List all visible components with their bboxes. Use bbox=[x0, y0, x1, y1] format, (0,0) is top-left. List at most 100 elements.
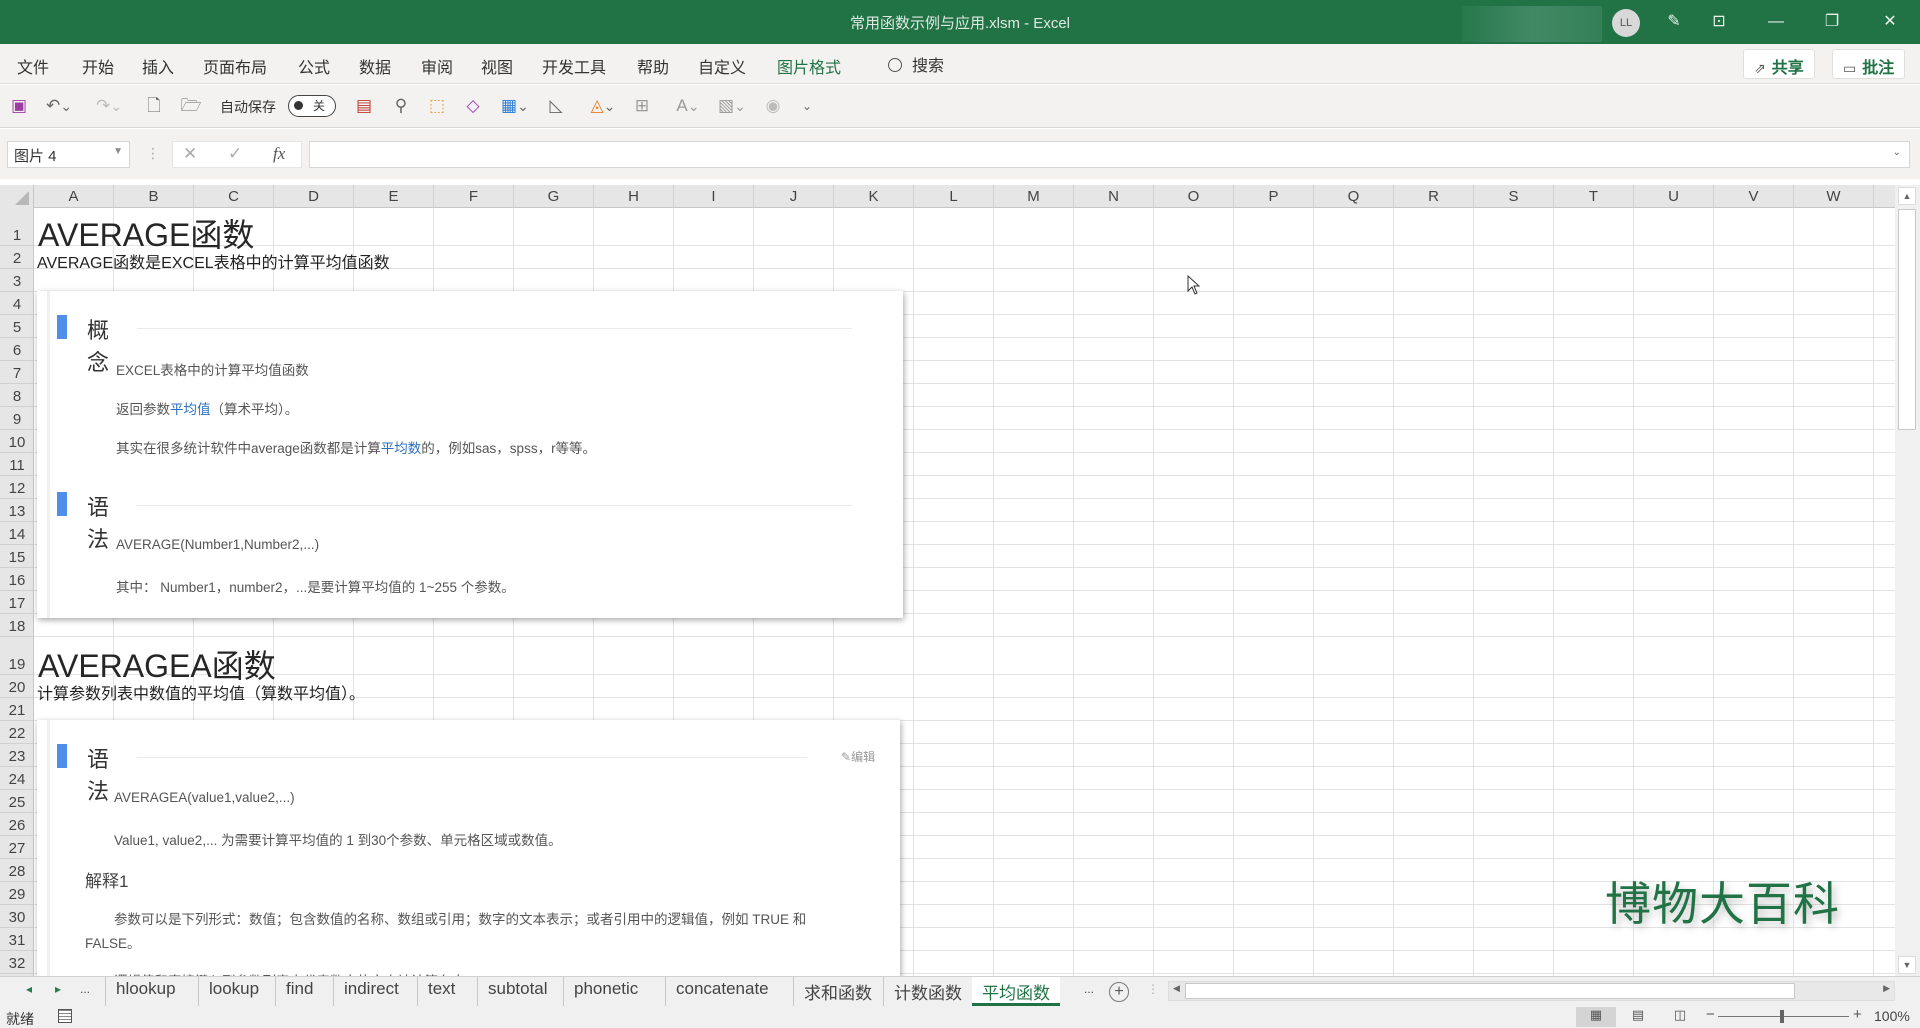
font-color-icon[interactable]: A⌄ bbox=[668, 95, 708, 117]
column-header[interactable]: V bbox=[1714, 185, 1794, 208]
row-header[interactable]: 20 bbox=[0, 675, 34, 698]
row-header[interactable]: 9 bbox=[0, 407, 34, 430]
column-header[interactable]: I bbox=[674, 185, 754, 208]
row-header[interactable]: 13 bbox=[0, 499, 34, 522]
row-header[interactable]: 1 bbox=[0, 208, 34, 246]
picture-average-doc[interactable]: 概念 EXCEL表格中的计算平均值函数 返回参数平均值（算术平均）。 其实在很多… bbox=[37, 291, 903, 618]
column-header[interactable]: U bbox=[1634, 185, 1714, 208]
row-header[interactable]: 17 bbox=[0, 591, 34, 614]
row-header[interactable]: 2 bbox=[0, 246, 34, 269]
row-header[interactable]: 6 bbox=[0, 338, 34, 361]
row-header[interactable]: 26 bbox=[0, 813, 34, 836]
ribbon-display-options-icon[interactable]: ⊡ bbox=[1703, 8, 1735, 36]
column-header[interactable]: M bbox=[994, 185, 1074, 208]
row-header[interactable]: 25 bbox=[0, 790, 34, 813]
fill-color-icon[interactable]: ◬⌄ bbox=[583, 95, 623, 117]
scroll-right-icon[interactable]: ▶ bbox=[1883, 983, 1890, 994]
new-file-icon[interactable]: 🗋 bbox=[144, 95, 164, 117]
sheet-tab[interactable]: subtotal bbox=[477, 977, 558, 1006]
column-header[interactable]: P bbox=[1234, 185, 1314, 208]
menu-review[interactable]: 审阅 bbox=[421, 54, 453, 78]
minimize-button[interactable]: — bbox=[1760, 8, 1792, 36]
scroll-up-icon[interactable]: ▲ bbox=[1898, 187, 1916, 205]
autosave-toggle[interactable]: 关 bbox=[288, 95, 336, 117]
menu-view[interactable]: 视图 bbox=[481, 54, 513, 78]
column-header[interactable]: T bbox=[1554, 185, 1634, 208]
borders-icon[interactable]: ⊞ bbox=[630, 95, 654, 117]
sheet-tab[interactable]: phonetic bbox=[563, 977, 648, 1006]
open-folder-icon[interactable]: 🗁 bbox=[180, 95, 202, 117]
row-header[interactable]: 31 bbox=[0, 928, 34, 951]
row-header[interactable]: 30 bbox=[0, 905, 34, 928]
format-painter-icon[interactable]: ▧⌄ bbox=[712, 95, 752, 117]
page-break-view-icon[interactable]: ◫ bbox=[1660, 1007, 1700, 1027]
column-header[interactable]: C bbox=[194, 185, 274, 208]
restore-button[interactable]: ❐ bbox=[1816, 8, 1848, 36]
column-header[interactable]: J bbox=[754, 185, 834, 208]
close-button[interactable]: ✕ bbox=[1874, 8, 1906, 36]
row-header[interactable]: 14 bbox=[0, 522, 34, 545]
horizontal-scroll-thumb[interactable] bbox=[1185, 983, 1795, 999]
customize-qat-icon[interactable]: ⌄ bbox=[798, 95, 816, 117]
menu-data[interactable]: 数据 bbox=[359, 54, 391, 78]
form-icon[interactable]: ▤ bbox=[353, 95, 375, 117]
zoom-in-button[interactable]: + bbox=[1853, 1006, 1862, 1023]
column-header[interactable]: S bbox=[1474, 185, 1554, 208]
row-header[interactable]: 29 bbox=[0, 882, 34, 905]
row-header[interactable]: 23 bbox=[0, 744, 34, 767]
sheet-tab[interactable]: 求和函数 bbox=[793, 977, 882, 1006]
sheet-tab[interactable]: find bbox=[275, 977, 323, 1006]
vertical-scrollbar[interactable]: ▲ ▼ bbox=[1895, 185, 1920, 976]
row-header[interactable]: 22 bbox=[0, 721, 34, 744]
edit-link[interactable]: ✎编辑 bbox=[841, 748, 875, 765]
zoom-slider-thumb[interactable] bbox=[1780, 1010, 1784, 1023]
menu-file[interactable]: 文件 bbox=[17, 54, 49, 78]
find-icon[interactable]: ⚲ bbox=[390, 95, 412, 117]
ruler-icon[interactable]: ◺ bbox=[545, 95, 567, 117]
name-box[interactable]: 图片 4 ▼ bbox=[7, 141, 130, 168]
user-avatar[interactable]: LL bbox=[1612, 9, 1640, 37]
enter-icon[interactable]: ✓ bbox=[228, 144, 242, 164]
row-header[interactable]: 11 bbox=[0, 453, 34, 476]
cell-A20[interactable]: 计算参数列表中数值的平均值（算数平均值）。 bbox=[37, 680, 365, 704]
row-header[interactable]: 10 bbox=[0, 430, 34, 453]
cell-area[interactable]: AVERAGE函数 AVERAGE函数是EXCEL表格中的计算平均值函数 AVE… bbox=[34, 208, 1895, 976]
sheet-tab[interactable]: 平均函数 bbox=[972, 977, 1060, 1006]
column-header[interactable]: K bbox=[834, 185, 914, 208]
redo-icon[interactable]: ↷⌄ bbox=[94, 95, 124, 117]
macro-record-icon[interactable] bbox=[58, 1009, 72, 1023]
tab-next-icon[interactable]: ▸ bbox=[55, 982, 61, 996]
select-all-button[interactable] bbox=[0, 185, 34, 208]
column-header[interactable]: E bbox=[354, 185, 434, 208]
sheet-tab[interactable]: indirect bbox=[333, 977, 409, 1006]
sheet-tab[interactable]: 计数函数 bbox=[883, 977, 972, 1006]
row-header[interactable]: 7 bbox=[0, 361, 34, 384]
row-header[interactable]: 32 bbox=[0, 951, 34, 974]
expand-formula-icon[interactable]: ⌄ bbox=[1893, 147, 1901, 158]
column-header[interactable]: A bbox=[34, 185, 114, 208]
tab-overflow-right[interactable]: ... bbox=[1084, 982, 1094, 996]
circle-icon[interactable]: ◉ bbox=[762, 95, 784, 117]
column-header[interactable]: H bbox=[594, 185, 674, 208]
share-button[interactable]: ⇗ 共享 bbox=[1743, 49, 1815, 79]
zoom-out-button[interactable]: − bbox=[1706, 1006, 1715, 1023]
scroll-down-icon[interactable]: ▼ bbox=[1898, 956, 1916, 974]
row-header[interactable]: 24 bbox=[0, 767, 34, 790]
undo-icon[interactable]: ↶⌄ bbox=[44, 95, 74, 117]
column-header[interactable]: W bbox=[1794, 185, 1874, 208]
menu-developer[interactable]: 开发工具 bbox=[542, 54, 606, 78]
menu-page-layout[interactable]: 页面布局 bbox=[203, 54, 267, 78]
row-header[interactable]: 27 bbox=[0, 836, 34, 859]
row-header[interactable]: 21 bbox=[0, 698, 34, 721]
scroll-left-icon[interactable]: ◀ bbox=[1173, 983, 1180, 994]
sheet-tab[interactable]: hlookup bbox=[105, 977, 186, 1006]
tab-prev-icon[interactable]: ◂ bbox=[26, 982, 32, 996]
link-mean[interactable]: 平均数 bbox=[381, 441, 422, 456]
row-header[interactable]: 8 bbox=[0, 384, 34, 407]
column-header[interactable]: L bbox=[914, 185, 994, 208]
menu-help[interactable]: 帮助 bbox=[637, 54, 669, 78]
resize-handle-icon[interactable]: ⋮ bbox=[146, 145, 160, 162]
zoom-level[interactable]: 100% bbox=[1874, 1008, 1910, 1024]
menu-custom[interactable]: 自定义 bbox=[698, 54, 746, 78]
column-header[interactable]: R bbox=[1394, 185, 1474, 208]
